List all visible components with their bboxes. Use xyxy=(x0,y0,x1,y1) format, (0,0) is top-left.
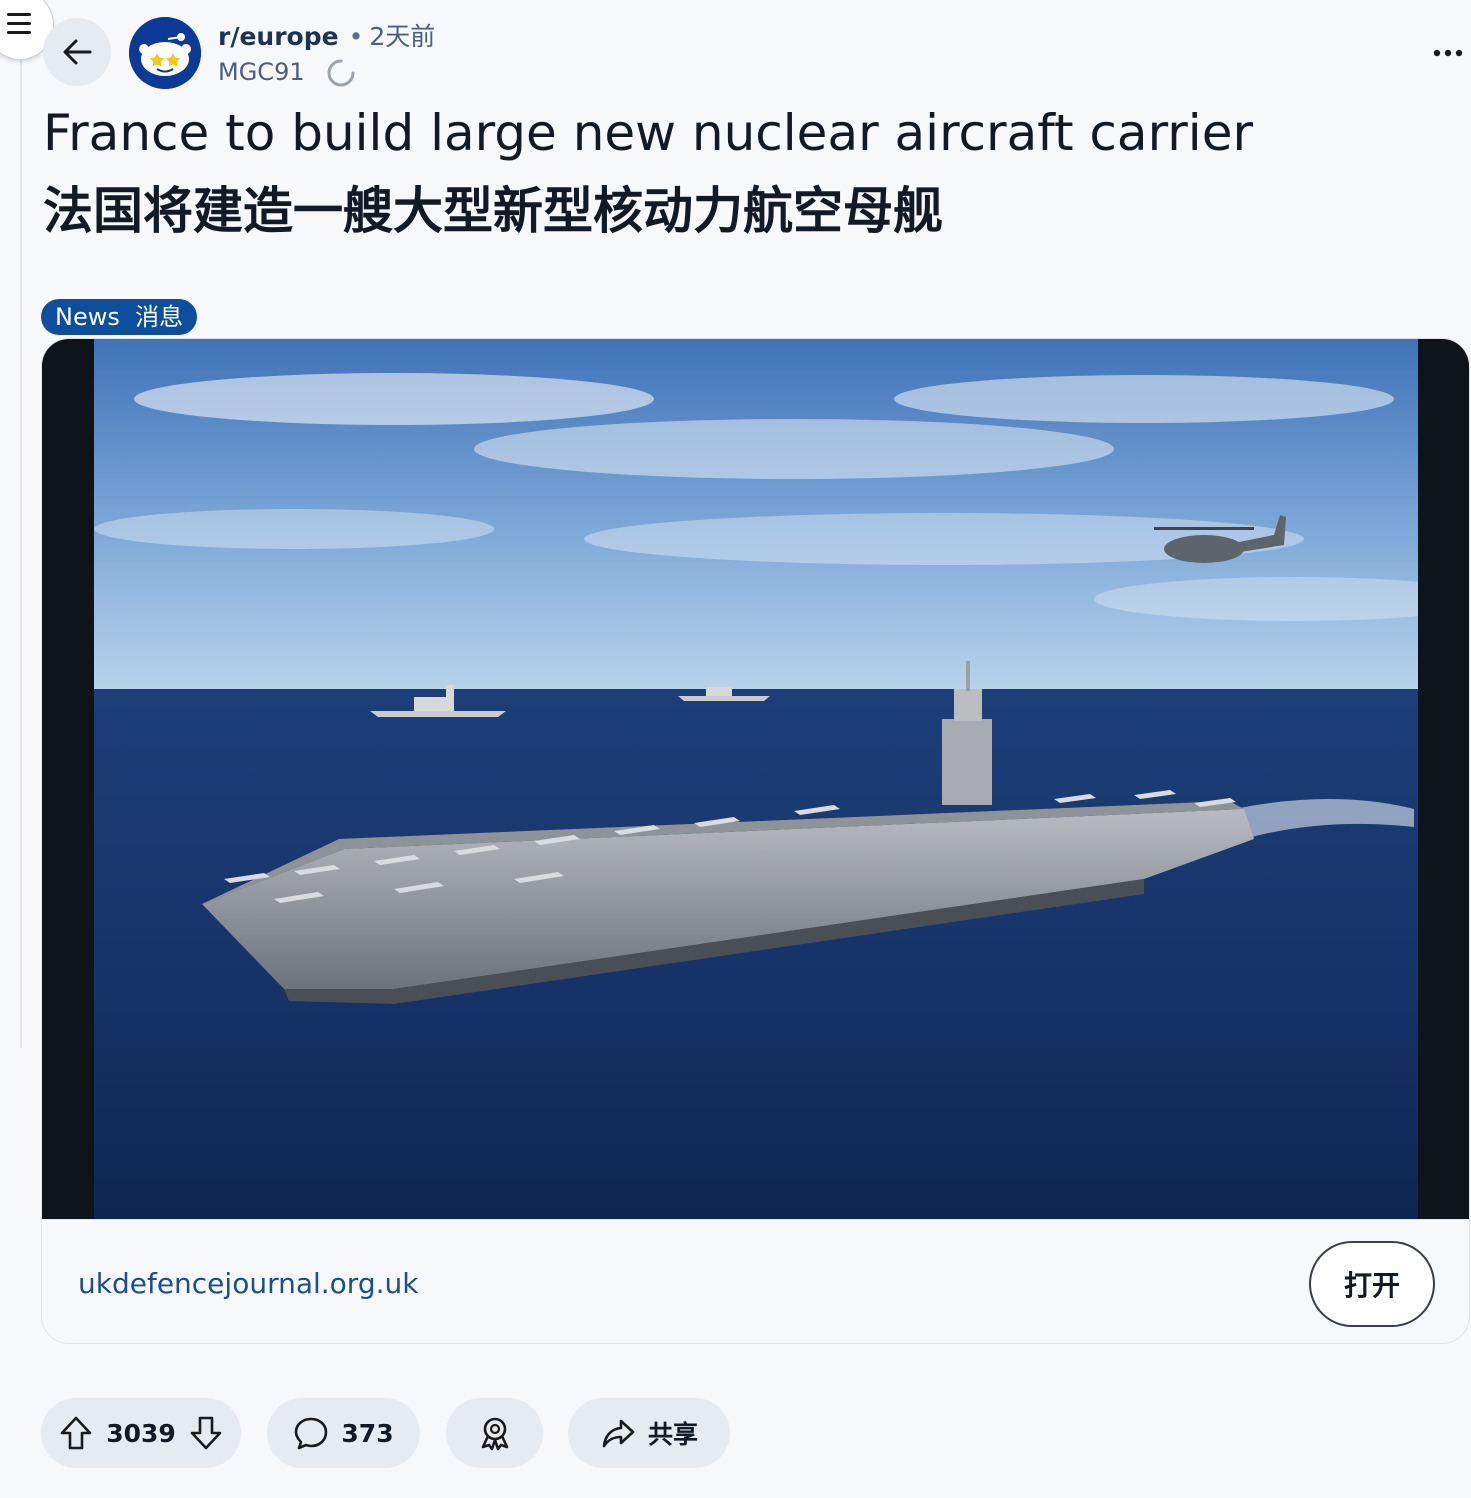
vote-score: 3039 xyxy=(106,1418,176,1448)
carrier-preview-image xyxy=(94,339,1418,1219)
share-label: 共享 xyxy=(647,1420,698,1449)
post-flair-badge[interactable]: News 消息 xyxy=(41,299,198,335)
thread-rule xyxy=(20,58,22,1048)
post-page: r/europe • 2天前 MGC91 France to build large… xyxy=(0,0,1471,1498)
open-link-button[interactable]: 打开 xyxy=(1309,1241,1435,1327)
loading-spinner-icon xyxy=(327,59,355,87)
meta-separator: • xyxy=(348,22,364,51)
subreddit-avatar[interactable] xyxy=(129,17,201,89)
share-arrow-icon xyxy=(602,1419,635,1448)
link-domain[interactable]: ukdefencejournal.org.uk xyxy=(78,1264,418,1304)
arrow-up-icon xyxy=(60,1416,92,1450)
snoo-europe-icon xyxy=(129,17,201,89)
post-time: 2天前 xyxy=(369,22,436,51)
downvote-button[interactable] xyxy=(189,1415,223,1451)
preview-media[interactable] xyxy=(42,339,1469,1219)
more-options-button[interactable] xyxy=(1428,38,1468,68)
award-button[interactable] xyxy=(446,1398,543,1468)
link-preview-card[interactable]: ukdefencejournal.org.uk 打开 xyxy=(41,338,1470,1344)
back-button[interactable] xyxy=(43,18,111,86)
arrow-down-icon xyxy=(190,1416,222,1450)
share-button[interactable]: 共享 xyxy=(568,1398,730,1468)
post-meta: r/europe • 2天前 xyxy=(218,20,435,54)
post-title-english: France to build large new nuclear aircra… xyxy=(43,104,1254,162)
post-title-chinese: 法国将建造一艘大型新型核动力航空母舰 xyxy=(43,182,943,240)
upvote-button[interactable] xyxy=(59,1415,93,1451)
comments-button[interactable]: 373 xyxy=(267,1398,420,1468)
award-icon xyxy=(481,1417,508,1451)
card-footer: ukdefencejournal.org.uk 打开 xyxy=(42,1219,1469,1343)
arrow-left-icon xyxy=(63,39,92,65)
ellipsis-icon xyxy=(1433,49,1463,57)
speech-bubble-icon xyxy=(295,1417,328,1450)
subreddit-name[interactable]: r/europe xyxy=(218,22,339,51)
comment-count: 373 xyxy=(341,1418,394,1448)
author-name[interactable]: MGC91 xyxy=(218,56,305,88)
vote-control: 3039 xyxy=(41,1398,241,1468)
